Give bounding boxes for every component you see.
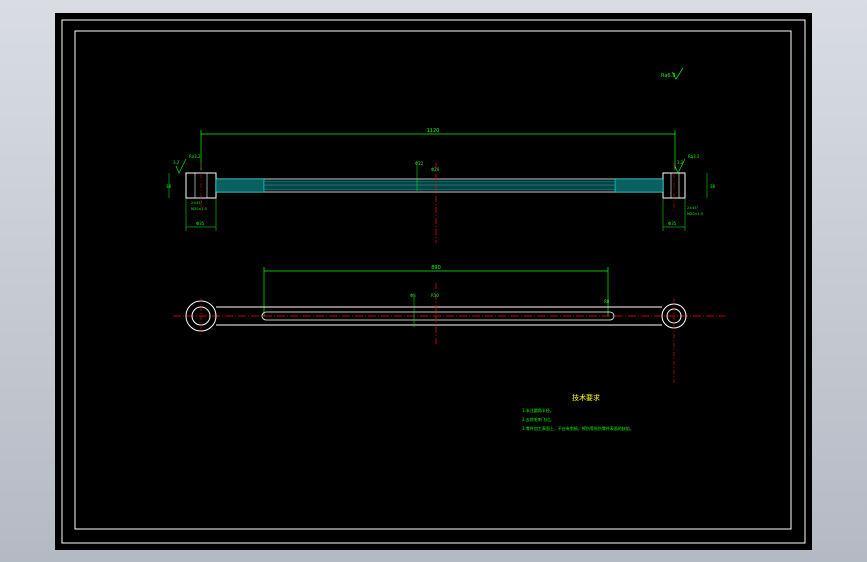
svg-text:3.2: 3.2 bbox=[173, 160, 180, 165]
svg-text:Ra3.2: Ra3.2 bbox=[189, 154, 201, 159]
svg-text:R10: R10 bbox=[431, 293, 439, 298]
svg-text:38: 38 bbox=[166, 184, 172, 189]
sheet-outer-frame bbox=[61, 19, 806, 544]
svg-text:M20×1.5: M20×1.5 bbox=[191, 207, 207, 211]
top-view: 890 Φ8 R10 R8 bbox=[173, 265, 726, 385]
left-thread-hatch bbox=[215, 178, 265, 193]
svg-text:3.2: 3.2 bbox=[677, 160, 684, 165]
overall-length-label: 1120 bbox=[427, 128, 440, 134]
svg-text:Φ22: Φ22 bbox=[415, 161, 424, 166]
slot-length-label: 890 bbox=[431, 265, 441, 271]
front-view: 1120 Φ22 Φ20 3.2 Ra3.2 38 2×45° M20×1.5 … bbox=[166, 128, 716, 243]
cad-drawing: Ra6.3 1120 Φ22 Φ20 3.2 Ra3.2 38 2×45° M2… bbox=[61, 19, 806, 544]
svg-text:2×45°: 2×45° bbox=[687, 206, 699, 210]
svg-text:Φ8: Φ8 bbox=[410, 293, 416, 298]
requirements-heading: 技术要求 bbox=[572, 393, 600, 402]
svg-text:38: 38 bbox=[710, 184, 716, 189]
requirement-note-1: 1.未注圆角半径。 bbox=[522, 407, 554, 413]
sheet-inner-frame bbox=[74, 30, 792, 530]
center-rod-hatch bbox=[263, 180, 616, 191]
requirement-note-2: 2.去除毛刺飞边。 bbox=[522, 416, 554, 422]
svg-text:Φ35: Φ35 bbox=[196, 221, 205, 226]
svg-text:R8: R8 bbox=[604, 299, 610, 304]
svg-text:M20×1.5: M20×1.5 bbox=[687, 212, 703, 216]
svg-text:Φ35: Φ35 bbox=[668, 221, 677, 226]
cad-viewport[interactable]: Ra6.3 1120 Φ22 Φ20 3.2 Ra3.2 38 2×45° M2… bbox=[55, 13, 812, 550]
requirement-note-3: 3.零件加工表面上，不应有划痕，擦伤等损伤零件表面的缺陷。 bbox=[522, 425, 634, 431]
technical-requirements: 技术要求 1.未注圆角半径。 2.去除毛刺飞边。 3.零件加工表面上，不应有划痕… bbox=[522, 393, 634, 431]
svg-text:Φ20: Φ20 bbox=[431, 167, 440, 172]
svg-text:Ra3.2: Ra3.2 bbox=[688, 154, 700, 159]
general-roughness-symbol: Ra6.3 bbox=[661, 67, 684, 80]
right-thread-hatch bbox=[614, 178, 664, 193]
